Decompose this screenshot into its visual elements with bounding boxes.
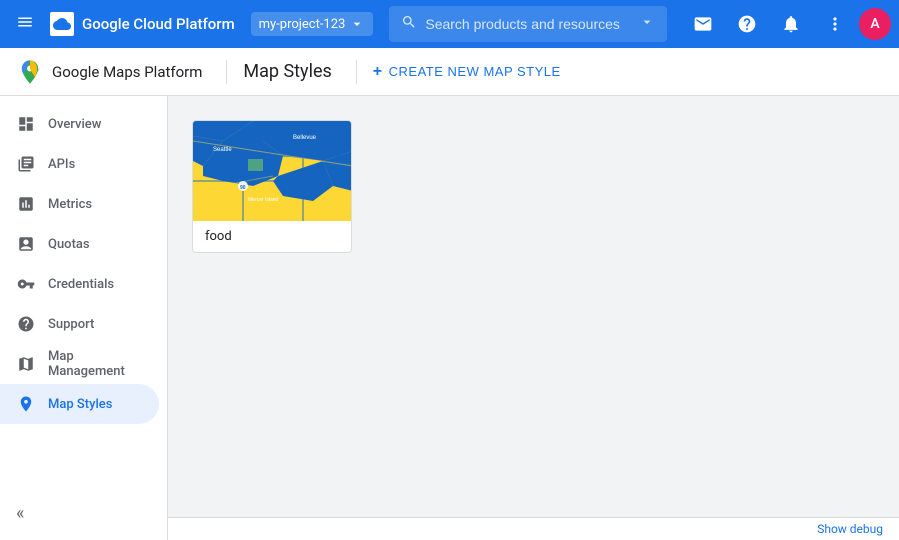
collapse-icon: « bbox=[16, 503, 24, 524]
map-styles-icon bbox=[16, 394, 36, 414]
maps-brand: Google Maps Platform bbox=[52, 63, 202, 81]
top-nav: Google Cloud Platform my-project-123 A bbox=[0, 0, 899, 48]
sidebar-item-label: Metrics bbox=[48, 197, 92, 212]
svg-text:Bellevue: Bellevue bbox=[293, 135, 317, 141]
quotas-icon bbox=[16, 234, 36, 254]
nav-divider bbox=[226, 60, 227, 84]
create-label: CREATE NEW MAP STYLE bbox=[389, 64, 561, 79]
menu-icon[interactable] bbox=[8, 4, 42, 44]
sidebar-item-map-styles[interactable]: Map Styles bbox=[0, 384, 159, 424]
page-title: Map Styles bbox=[243, 61, 331, 82]
map-cards-container: Seattle Bellevue Mercer Island 90 food bbox=[192, 120, 875, 253]
search-bar[interactable] bbox=[389, 6, 667, 42]
apis-icon bbox=[16, 154, 36, 174]
plus-icon: + bbox=[373, 63, 383, 81]
brand-title: Google Cloud Platform bbox=[82, 15, 235, 33]
svg-text:Seattle: Seattle bbox=[213, 147, 232, 153]
map-style-card[interactable]: Seattle Bellevue Mercer Island 90 food bbox=[192, 120, 352, 253]
sidebar-item-overview[interactable]: Overview bbox=[0, 104, 159, 144]
search-icon bbox=[401, 14, 417, 34]
map-card-label: food bbox=[193, 221, 351, 252]
layout: Overview APIs Metrics Quotas Credentials bbox=[0, 96, 899, 540]
sidebar-item-label: Map Styles bbox=[48, 397, 112, 412]
maps-logo bbox=[16, 58, 44, 86]
footer-bar: Show debug bbox=[168, 517, 899, 540]
sidebar-collapse-button[interactable]: « bbox=[8, 495, 32, 532]
svg-text:Mercer Island: Mercer Island bbox=[248, 197, 279, 203]
sidebar-item-label: Overview bbox=[48, 117, 101, 132]
sidebar-item-label: Map Management bbox=[48, 349, 143, 379]
sidebar: Overview APIs Metrics Quotas Credentials bbox=[0, 96, 168, 540]
credentials-icon bbox=[16, 274, 36, 294]
help-button[interactable] bbox=[727, 4, 767, 44]
support-icon bbox=[16, 314, 36, 334]
sidebar-item-quotas[interactable]: Quotas bbox=[0, 224, 159, 264]
map-thumbnail: Seattle Bellevue Mercer Island 90 bbox=[193, 121, 352, 221]
search-input[interactable] bbox=[425, 16, 631, 32]
project-chip[interactable]: my-project-123 bbox=[251, 12, 374, 36]
sidebar-item-credentials[interactable]: Credentials bbox=[0, 264, 159, 304]
sidebar-item-apis[interactable]: APIs bbox=[0, 144, 159, 184]
sidebar-item-label: Support bbox=[48, 317, 94, 332]
map-management-icon bbox=[16, 354, 36, 374]
show-debug-link[interactable]: Show debug bbox=[817, 522, 883, 536]
nav-divider-2 bbox=[356, 60, 357, 84]
right-icons: A bbox=[683, 4, 891, 44]
notification-button[interactable] bbox=[771, 4, 811, 44]
sidebar-item-map-management[interactable]: Map Management bbox=[0, 344, 159, 384]
sidebar-item-label: Quotas bbox=[48, 237, 90, 252]
create-new-map-style-button[interactable]: + CREATE NEW MAP STYLE bbox=[373, 63, 561, 81]
cloud-logo bbox=[50, 12, 74, 36]
more-button[interactable] bbox=[815, 4, 855, 44]
sidebar-item-label: APIs bbox=[48, 157, 75, 172]
project-label: my-project-123 bbox=[259, 17, 346, 32]
search-dropdown-icon[interactable] bbox=[639, 14, 655, 34]
sidebar-item-support[interactable]: Support bbox=[0, 304, 159, 344]
brand: Google Cloud Platform bbox=[42, 12, 243, 36]
avatar[interactable]: A bbox=[859, 8, 891, 40]
secondary-nav: Google Maps Platform Map Styles + CREATE… bbox=[0, 48, 899, 96]
email-button[interactable] bbox=[683, 4, 723, 44]
svg-text:90: 90 bbox=[240, 185, 246, 191]
main-content: Seattle Bellevue Mercer Island 90 food bbox=[168, 96, 899, 540]
sidebar-item-label: Credentials bbox=[48, 277, 114, 292]
sidebar-item-metrics[interactable]: Metrics bbox=[0, 184, 159, 224]
metrics-icon bbox=[16, 194, 36, 214]
overview-icon bbox=[16, 114, 36, 134]
